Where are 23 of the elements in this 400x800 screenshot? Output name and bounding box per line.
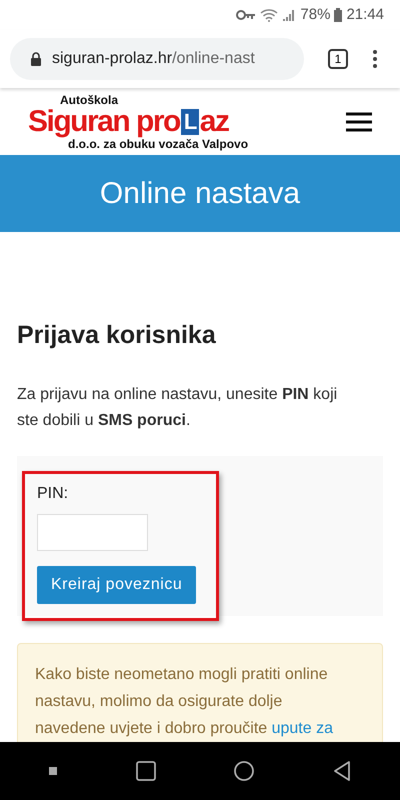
notice-text: Kako biste neometano mogli pratiti online nastavu, molimo da osigurate dolje navedene uvjete i dobro proučite upute za	[35, 665, 334, 739]
school-logo[interactable]: Autoškola Siguran pro Laz d.o.o. za obuku vozača Valpovo	[28, 94, 248, 150]
battery-percentage: 78%	[300, 4, 330, 25]
recent-apps-icon[interactable]	[136, 761, 156, 781]
banner-title: Online nastava	[100, 176, 300, 212]
home-icon[interactable]	[234, 761, 254, 781]
lock-icon	[30, 52, 42, 66]
back-icon[interactable]	[332, 761, 351, 781]
battery-icon	[334, 8, 342, 22]
tab-count-button[interactable]: 1	[328, 49, 348, 69]
clock-time: 21:44	[346, 4, 384, 25]
pin-input-field[interactable]	[37, 514, 148, 551]
wifi-icon	[260, 8, 278, 22]
intro-paragraph: Za prijavu na online nastavu, unesite PIN koji ste dobili u SMS poruci.	[17, 385, 338, 431]
address-bar[interactable]: siguran-prolaz.hr/online-nast	[10, 38, 304, 80]
key-icon	[236, 10, 256, 20]
more-options-icon[interactable]	[372, 49, 378, 69]
url-text: siguran-prolaz.hr/online-nast	[52, 49, 255, 69]
create-link-button[interactable]: Kreiraj poveznicu	[37, 566, 196, 604]
section-heading: Prijava korisnika	[17, 320, 216, 351]
signal-icon	[282, 8, 296, 22]
pin-label: PIN:	[37, 484, 70, 504]
menu-icon[interactable]	[346, 112, 372, 132]
